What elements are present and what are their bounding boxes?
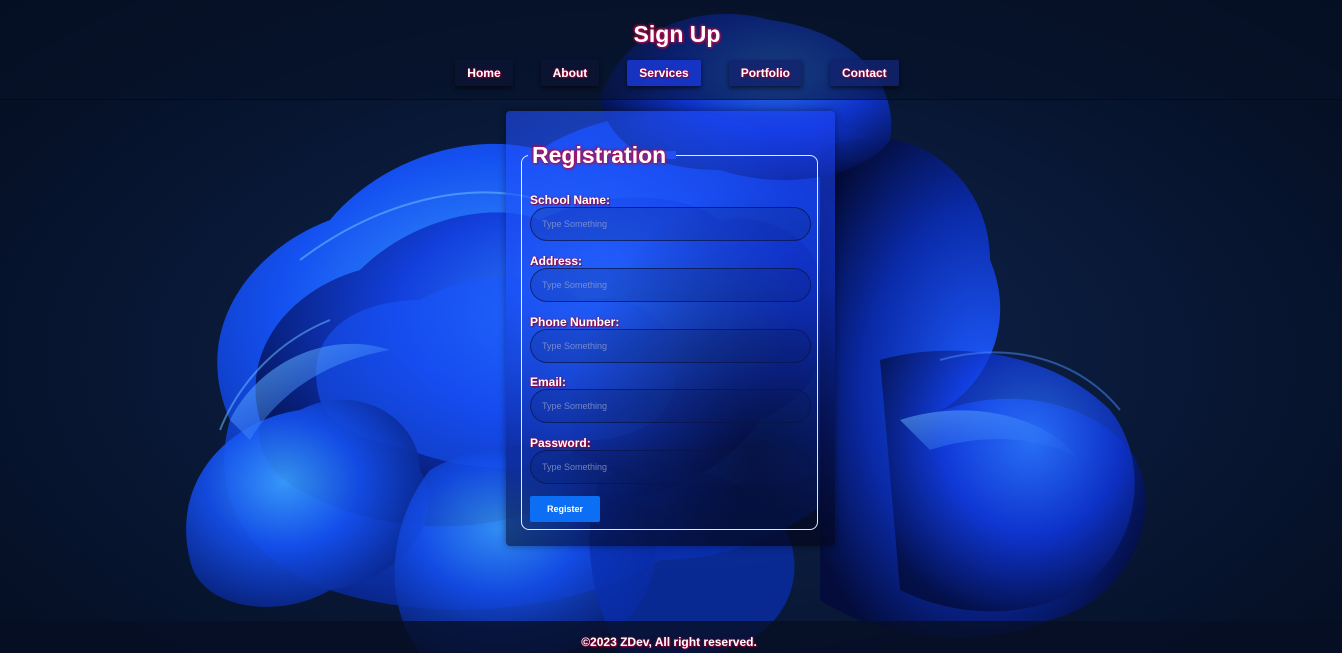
phone-number-label: Phone Number: [530,315,620,329]
nav-home[interactable]: Home [455,60,513,86]
address-input[interactable] [530,268,811,302]
main-nav: Home About Services Portfolio Contact [0,60,1342,86]
email-input[interactable] [530,389,811,423]
register-button[interactable]: Register [530,496,600,522]
phone-number-input[interactable] [530,329,811,363]
nav-contact[interactable]: Contact [830,60,899,86]
email-label: Email: [530,375,567,389]
form-legend: Registration [530,142,669,169]
school-name-label: School Name: [530,193,611,207]
password-label: Password: [530,436,591,450]
nav-portfolio[interactable]: Portfolio [728,60,803,86]
copyright-text: ©2023 ZDev, All right reserved. [581,635,757,649]
address-label: Address: [530,254,583,268]
site-footer: ©2023 ZDev, All right reserved. [0,621,1342,653]
page-title: Sign Up [633,21,721,47]
nav-services[interactable]: Services [627,60,701,86]
registration-card: Registration School Name: Address: Phone… [506,111,835,546]
site-header: Sign Up Home About Services Portfolio Co… [0,0,1342,100]
password-input[interactable] [530,450,811,484]
school-name-input[interactable] [530,207,811,241]
nav-about[interactable]: About [540,60,600,86]
